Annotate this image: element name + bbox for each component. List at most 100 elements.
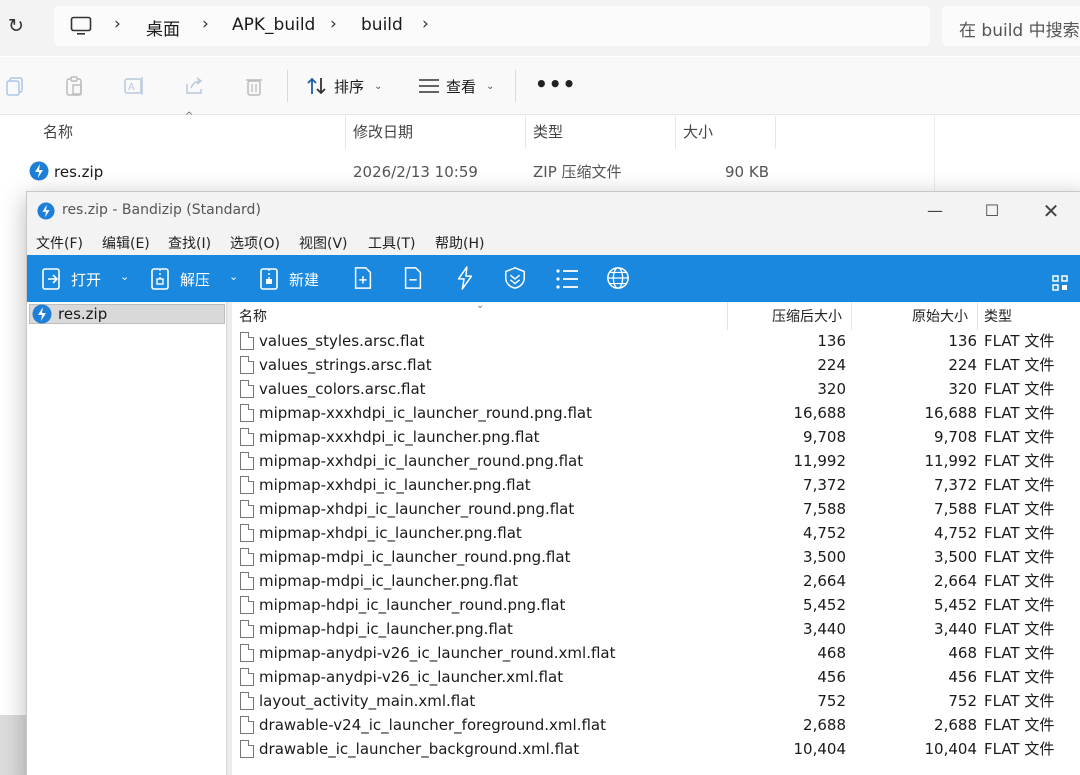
table-row[interactable]: mipmap-xxxhdpi_ic_launcher_round.png.fla…: [232, 401, 1080, 425]
address-bar[interactable]: › 桌面 › APK_build › build ›: [54, 6, 930, 46]
table-row[interactable]: mipmap-xhdpi_ic_launcher_round.png.flat 7…: [232, 497, 1080, 521]
add-file-icon[interactable]: [352, 266, 374, 290]
open-icon: [42, 268, 60, 290]
table-row[interactable]: mipmap-mdpi_ic_launcher.png.flat 2,664 2,6…: [232, 569, 1080, 593]
column-header-name[interactable]: 名称: [43, 116, 73, 148]
column-header-type[interactable]: 类型: [533, 116, 563, 148]
more-options-button[interactable]: •••: [535, 72, 576, 96]
menu-file[interactable]: 文件(F): [36, 233, 83, 253]
column-header-name[interactable]: 名称: [239, 306, 267, 328]
paste-icon[interactable]: [63, 75, 85, 97]
maximize-icon[interactable]: ☐: [978, 197, 1006, 225]
file-icon: [240, 548, 254, 566]
extract-dropdown-icon[interactable]: ⌄: [229, 270, 238, 283]
file-type: FLAT 文件: [984, 716, 1055, 734]
compressed-size: 752: [817, 692, 846, 710]
compressed-size: 2,664: [803, 572, 846, 590]
table-row[interactable]: mipmap-hdpi_ic_launcher.png.flat 3,440 3,4…: [232, 617, 1080, 641]
table-row[interactable]: values_strings.arsc.flat 224 224 FLAT 文件: [232, 353, 1080, 377]
bandizip-title-bar[interactable]: res.zip - Bandizip (Standard) — ☐ ✕: [27, 192, 1080, 230]
command-bar: A 排序 ⌄ 查看 ⌄ •••: [0, 57, 1080, 115]
table-row[interactable]: drawable_ic_launcher_background.xml.flat…: [232, 737, 1080, 761]
new-archive-button[interactable]: 新建: [259, 267, 319, 291]
file-icon: [240, 596, 254, 614]
remove-file-icon[interactable]: [402, 266, 424, 290]
menu-edit[interactable]: 编辑(E): [102, 233, 150, 253]
file-name: values_styles.arsc.flat: [259, 332, 425, 350]
original-size: 3,440: [934, 620, 977, 638]
compressed-size: 320: [817, 380, 846, 398]
file-icon: [240, 332, 254, 350]
copy-icon[interactable]: [4, 75, 26, 97]
new-archive-label: 新建: [289, 270, 320, 289]
table-row[interactable]: mipmap-xxxhdpi_ic_launcher.png.flat 9,708…: [232, 425, 1080, 449]
open-label: 打开: [71, 270, 102, 289]
column-header-modified[interactable]: 修改日期: [353, 116, 413, 148]
extract-button[interactable]: 解压: [150, 267, 210, 291]
table-row[interactable]: mipmap-anydpi-v26_ic_launcher.xml.flat 45…: [232, 665, 1080, 689]
table-row[interactable]: values_colors.arsc.flat 320 320 FLAT 文件: [232, 377, 1080, 401]
menu-bar: 文件(F) 编辑(E) 查找(I) 选项(O) 视图(V) 工具(T) 帮助(H…: [27, 230, 1080, 255]
column-divider[interactable]: [345, 116, 346, 149]
chevron-right-icon[interactable]: ›: [422, 14, 429, 34]
computer-icon[interactable]: [70, 16, 92, 36]
view-label: 查看: [446, 77, 477, 96]
web-icon[interactable]: [605, 266, 631, 290]
menu-help[interactable]: 帮助(H): [435, 233, 484, 253]
view-button[interactable]: 查看 ⌄: [418, 73, 494, 99]
rename-icon[interactable]: A: [123, 75, 145, 97]
table-row[interactable]: mipmap-mdpi_ic_launcher_round.png.flat 3,…: [232, 545, 1080, 569]
antivirus-icon[interactable]: [502, 266, 528, 290]
column-header-size[interactable]: 大小: [683, 116, 713, 148]
table-row[interactable]: mipmap-xhdpi_ic_launcher.png.flat 4,752 4,…: [232, 521, 1080, 545]
layout-icon[interactable]: [1052, 271, 1068, 295]
breadcrumb-desktop[interactable]: 桌面: [146, 15, 180, 40]
menu-find[interactable]: 查找(I): [168, 233, 211, 253]
file-type: FLAT 文件: [984, 380, 1055, 398]
table-row[interactable]: layout_activity_main.xml.flat 752 752 FLAT …: [232, 689, 1080, 713]
column-divider[interactable]: [775, 116, 776, 149]
file-type: FLAT 文件: [984, 596, 1055, 614]
column-divider[interactable]: [727, 302, 728, 330]
file-icon: [240, 524, 254, 542]
file-name: mipmap-mdpi_ic_launcher.png.flat: [259, 572, 519, 590]
menu-view[interactable]: 视图(V): [299, 233, 348, 253]
share-icon[interactable]: [183, 75, 205, 97]
list-icon[interactable]: [555, 267, 579, 291]
sort-button[interactable]: 排序 ⌄: [306, 73, 382, 99]
open-dropdown-icon[interactable]: ⌄: [120, 270, 129, 283]
table-row[interactable]: drawable-v24_ic_launcher_foreground.xml.…: [232, 713, 1080, 737]
column-divider[interactable]: [675, 116, 676, 149]
column-divider[interactable]: [977, 302, 978, 330]
column-header-type[interactable]: 类型: [984, 306, 1012, 328]
tree-item-res-zip[interactable]: res.zip: [29, 304, 225, 324]
column-divider[interactable]: [525, 116, 526, 149]
original-size: 4,752: [934, 524, 977, 542]
breadcrumb-build[interactable]: build: [361, 15, 403, 35]
file-icon: [240, 572, 254, 590]
bandizip-app-icon: [37, 202, 55, 220]
menu-options[interactable]: 选项(O): [230, 233, 280, 253]
refresh-icon[interactable]: ↻: [4, 14, 28, 38]
search-input[interactable]: 在 build 中搜索: [942, 6, 1080, 46]
original-size: 456: [948, 668, 977, 686]
test-icon[interactable]: [454, 266, 476, 290]
table-row[interactable]: mipmap-xxhdpi_ic_launcher_round.png.flat…: [232, 449, 1080, 473]
close-icon[interactable]: ✕: [1037, 197, 1065, 225]
table-row[interactable]: mipmap-xxhdpi_ic_launcher.png.flat 7,372 7…: [232, 473, 1080, 497]
column-header-compressed[interactable]: 压缩后大小: [772, 306, 842, 328]
table-row[interactable]: mipmap-anydpi-v26_ic_launcher_round.xml.…: [232, 641, 1080, 665]
table-row[interactable]: values_styles.arsc.flat 136 136 FLAT 文件: [232, 329, 1080, 353]
table-row[interactable]: mipmap-hdpi_ic_launcher_round.png.flat 5,…: [232, 593, 1080, 617]
file-type: FLAT 文件: [984, 524, 1055, 542]
menu-tools[interactable]: 工具(T): [368, 233, 415, 253]
breadcrumb-apk-build[interactable]: APK_build: [232, 15, 315, 35]
minimize-icon[interactable]: —: [921, 197, 949, 225]
open-button[interactable]: 打开: [41, 267, 101, 291]
column-header-original[interactable]: 原始大小: [912, 306, 968, 328]
column-divider[interactable]: [851, 302, 852, 330]
delete-icon[interactable]: [243, 75, 265, 97]
compressed-size: 9,708: [803, 428, 846, 446]
file-name: layout_activity_main.xml.flat: [259, 692, 476, 710]
file-size: 90 KB: [725, 163, 769, 181]
